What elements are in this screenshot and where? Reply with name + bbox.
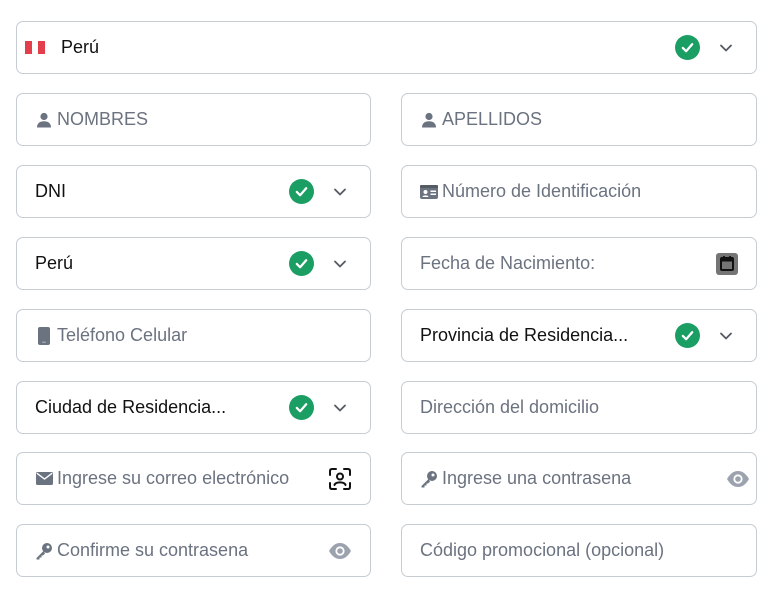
check-circle-icon	[289, 179, 314, 204]
confirm-password-input[interactable]: Confirme su contrasena	[57, 540, 328, 561]
birth-date-field[interactable]: Fecha de Nacimiento:	[401, 237, 757, 290]
first-names-input[interactable]: NOMBRES	[57, 109, 352, 130]
city-value: Ciudad de Residencia...	[35, 397, 227, 417]
check-circle-icon	[289, 395, 314, 420]
nationality-select[interactable]: Perú	[16, 237, 371, 290]
promo-code-input[interactable]: Código promocional (opcional)	[420, 540, 738, 561]
peru-flag-icon	[25, 41, 46, 54]
eye-icon[interactable]	[328, 542, 352, 560]
province-value: Provincia de Residencia...	[420, 325, 629, 345]
email-input[interactable]: Ingrese su correo electrónico	[57, 468, 328, 489]
face-scan-icon[interactable]	[328, 467, 352, 491]
address-field[interactable]: Dirección del domicilio	[401, 381, 757, 434]
chevron-down-icon[interactable]	[718, 328, 734, 344]
promo-code-field[interactable]: Código promocional (opcional)	[401, 524, 757, 577]
key-icon	[420, 470, 438, 488]
id-number-input[interactable]: Número de Identificación	[442, 181, 738, 202]
chevron-down-icon[interactable]	[332, 256, 348, 272]
id-number-field[interactable]: Número de Identificación	[401, 165, 757, 218]
mobile-phone-input[interactable]: Teléfono Celular	[57, 325, 352, 346]
document-type-select[interactable]: DNI	[16, 165, 371, 218]
check-circle-icon	[675, 323, 700, 348]
check-circle-icon	[289, 251, 314, 276]
nationality-value: Perú	[35, 253, 74, 273]
confirm-password-field[interactable]: Confirme su contrasena	[16, 524, 371, 577]
chevron-down-icon[interactable]	[332, 400, 348, 416]
chevron-down-icon[interactable]	[332, 184, 348, 200]
eye-icon[interactable]	[726, 470, 750, 488]
province-select[interactable]: Provincia de Residencia...	[401, 309, 757, 362]
id-card-icon	[420, 183, 438, 201]
country-select-value: Perú	[61, 37, 100, 57]
last-names-field[interactable]: APELLIDOS	[401, 93, 757, 146]
country-select[interactable]: Perú	[16, 21, 757, 74]
last-names-input[interactable]: APELLIDOS	[442, 109, 738, 130]
mobile-phone-icon	[35, 326, 53, 345]
password-input[interactable]: Ingrese una contrasena	[442, 468, 726, 489]
user-icon	[420, 111, 438, 129]
city-select[interactable]: Ciudad de Residencia...	[16, 381, 371, 434]
birth-date-input[interactable]: Fecha de Nacimiento:	[420, 253, 716, 274]
key-icon	[35, 542, 53, 560]
email-field[interactable]: Ingrese su correo electrónico	[16, 452, 371, 505]
password-field[interactable]: Ingrese una contrasena	[401, 452, 757, 505]
user-icon	[35, 111, 53, 129]
first-names-field[interactable]: NOMBRES	[16, 93, 371, 146]
document-type-value: DNI	[35, 181, 66, 201]
envelope-icon	[35, 470, 53, 488]
address-input[interactable]: Dirección del domicilio	[420, 397, 738, 418]
check-circle-icon	[675, 35, 700, 60]
chevron-down-icon[interactable]	[718, 40, 734, 56]
calendar-icon[interactable]	[716, 252, 738, 275]
mobile-phone-field[interactable]: Teléfono Celular	[16, 309, 371, 362]
